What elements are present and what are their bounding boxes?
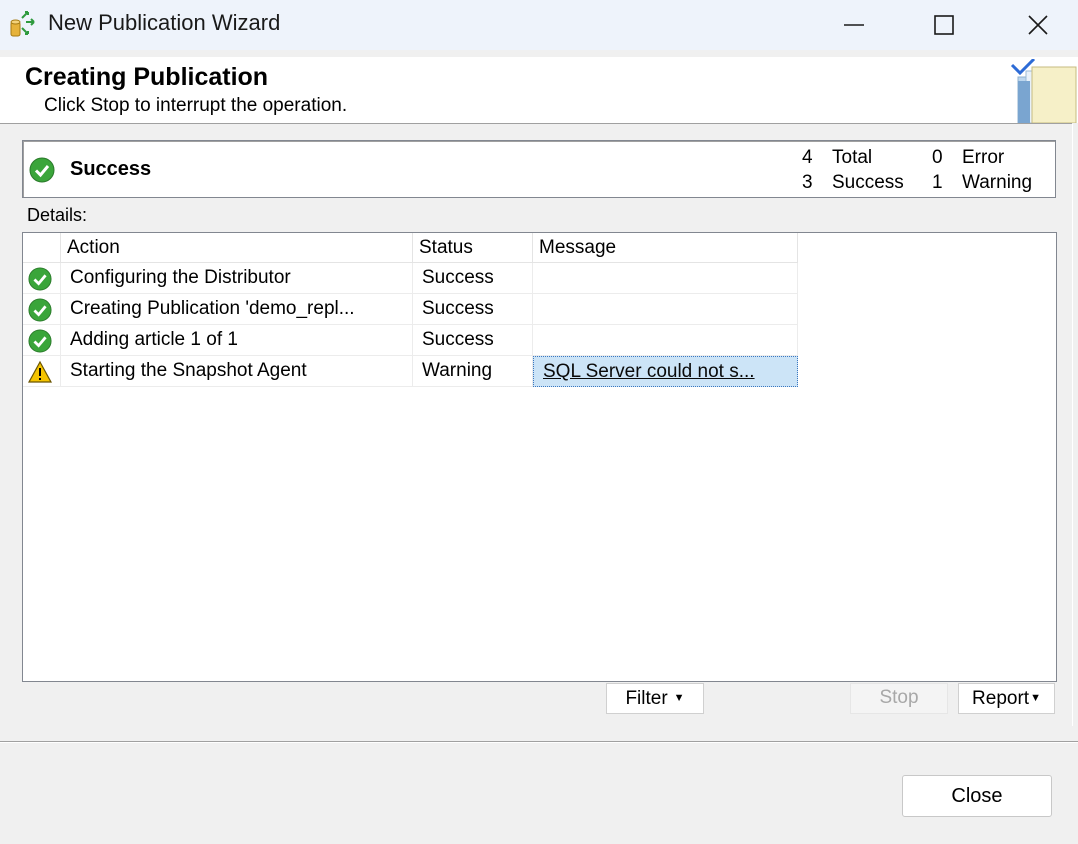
status-cell: Warning	[413, 356, 533, 387]
status-column-header[interactable]: Status	[413, 233, 533, 263]
report-button-label: Report	[972, 688, 1030, 709]
success-label: Success	[832, 172, 904, 193]
error-count: 0	[932, 147, 943, 168]
success-check-icon	[28, 267, 52, 291]
message-cell-selected[interactable]: SQL Server could not s...	[533, 356, 798, 387]
wizard-header: Creating Publication Click Stop to inter…	[0, 57, 1078, 123]
close-icon	[1028, 15, 1048, 35]
warning-triangle-icon	[28, 360, 52, 383]
error-label: Error	[962, 147, 1005, 168]
action-cell: Configuring the Distributor	[61, 263, 413, 294]
maximize-button[interactable]	[906, 0, 982, 50]
success-check-icon	[28, 329, 52, 353]
status-cell: Success	[413, 325, 533, 356]
status-cell: Success	[413, 294, 533, 325]
close-window-button[interactable]	[1000, 0, 1076, 50]
minimize-icon	[844, 24, 864, 26]
status-cell: Success	[413, 263, 533, 294]
total-count: 4	[802, 147, 813, 168]
filter-button[interactable]: Filter ▼	[606, 683, 704, 714]
total-label: Total	[832, 147, 873, 168]
dropdown-arrow-icon: ▼	[673, 692, 685, 704]
message-column-header[interactable]: Message	[533, 233, 798, 263]
action-cell: Creating Publication 'demo_repl...	[61, 294, 413, 325]
warning-message-link[interactable]: SQL Server could not s...	[543, 361, 755, 382]
action-cell: Adding article 1 of 1	[61, 325, 413, 356]
report-button[interactable]: Report▼	[958, 683, 1055, 714]
message-cell	[533, 325, 798, 356]
action-column-header[interactable]: Action	[61, 233, 413, 263]
table-row[interactable]: Creating Publication 'demo_repl... Succe…	[23, 294, 798, 325]
action-cell: Starting the Snapshot Agent	[61, 356, 413, 387]
success-check-icon	[28, 298, 52, 322]
success-count: 3	[802, 172, 813, 193]
details-label: Details:	[27, 205, 88, 225]
minimize-button[interactable]	[816, 0, 892, 50]
page-title: Creating Publication	[25, 63, 269, 91]
icon-column-header[interactable]	[23, 233, 61, 263]
filter-button-label: Filter	[625, 688, 668, 709]
publication-wizard-icon	[10, 11, 35, 37]
stop-button[interactable]: Stop	[850, 683, 948, 714]
warning-label: Warning	[962, 172, 1033, 193]
summary-box: Success 4 Total 0 Error 3 Success 1 Warn…	[22, 140, 1056, 198]
table-row[interactable]: Adding article 1 of 1 Success	[23, 325, 798, 356]
summary-status: Success	[70, 158, 152, 180]
table-row[interactable]: Configuring the Distributor Success	[23, 263, 798, 294]
window-title: New Publication Wizard	[48, 10, 281, 35]
table-row[interactable]: Starting the Snapshot Agent Warning SQL …	[23, 356, 798, 387]
warning-count: 1	[932, 172, 943, 193]
message-cell	[533, 294, 798, 325]
dropdown-arrow-icon: ▼	[1030, 692, 1041, 704]
success-check-icon	[29, 157, 55, 183]
page-subtitle: Click Stop to interrupt the operation.	[44, 95, 348, 116]
message-cell	[533, 263, 798, 294]
wizard-book-icon	[1010, 59, 1077, 123]
maximize-icon	[934, 15, 954, 35]
close-button[interactable]: Close	[902, 775, 1052, 817]
title-bar: New Publication Wizard	[0, 0, 1078, 50]
details-grid[interactable]: Action Status Message Configuring the Di…	[22, 232, 1057, 682]
